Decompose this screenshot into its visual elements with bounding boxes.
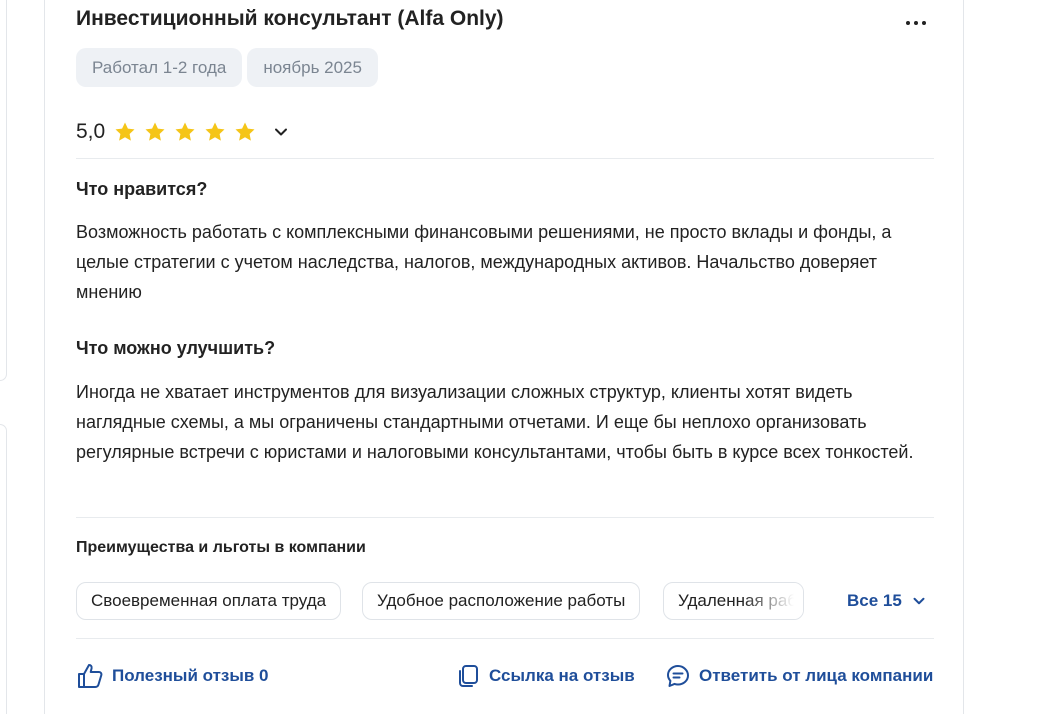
more-dots-icon (906, 21, 910, 25)
review-tags: Работал 1-2 года ноябрь 2025 (76, 48, 378, 87)
star-icon (115, 122, 135, 141)
date-tag: ноябрь 2025 (247, 48, 378, 87)
previous-card-edge (0, 0, 7, 381)
benefits-list: Своевременная оплата труда Удобное распо… (76, 582, 934, 622)
improve-title: Что можно улучшить? (76, 338, 276, 358)
thumbs-up-icon (78, 664, 103, 688)
reply-label: Ответить от лица компании (699, 666, 934, 685)
rating-row: 5,0 (76, 115, 291, 149)
likes-text: Возможность работать с комплексными фина… (76, 222, 892, 302)
star-icon (235, 122, 255, 141)
divider (76, 517, 934, 518)
rating-value: 5,0 (76, 120, 106, 143)
improve-text: Иногда не хватает инструментов для визуа… (76, 382, 914, 462)
adjacent-card-edge (0, 424, 7, 714)
benefit-chip[interactable]: Своевременная оплата труда (76, 582, 342, 620)
chevron-down-icon (913, 597, 925, 605)
experience-tag: Работал 1-2 года (76, 48, 243, 87)
review-card: Инвестиционный консультант (Alfa Only) Р… (44, 0, 964, 714)
benefits-title: Преимущества и льготы в компании (76, 539, 366, 556)
all-benefits-label: Все 15 (847, 591, 902, 610)
copy-link-button[interactable]: Ссылка на отзыв (455, 661, 635, 691)
likes-title: Что нравится? (76, 179, 208, 199)
review-title: Инвестиционный консультант (Alfa Only) (76, 7, 504, 30)
star-icon (205, 122, 225, 141)
chat-bubble-icon (667, 665, 689, 687)
copy-link-label: Ссылка на отзыв (489, 666, 635, 685)
all-benefits-button[interactable]: Все 15 (847, 582, 928, 620)
helpful-label: Полезный отзыв 0 (112, 666, 269, 685)
divider (76, 158, 934, 159)
reply-as-company-button[interactable]: Ответить от лица компании (665, 661, 933, 691)
copy-icon (459, 665, 478, 687)
more-options-button[interactable] (902, 13, 932, 33)
divider (76, 638, 934, 639)
star-icon (175, 122, 195, 141)
review-header: Инвестиционный консультант (Alfa Only) (76, 1, 934, 41)
helpful-button[interactable]: Полезный отзыв 0 (76, 661, 269, 691)
benefit-chip[interactable]: Удаленная работа (663, 582, 804, 620)
page: Инвестиционный консультант (Alfa Only) Р… (0, 0, 1044, 714)
review-actions: Полезный отзыв 0 Ссылка на отзыв Ответит… (76, 661, 934, 691)
chevron-down-icon[interactable] (271, 122, 291, 142)
star-icon (145, 122, 165, 141)
benefit-chip[interactable]: Удобное расположение работы (362, 582, 641, 620)
